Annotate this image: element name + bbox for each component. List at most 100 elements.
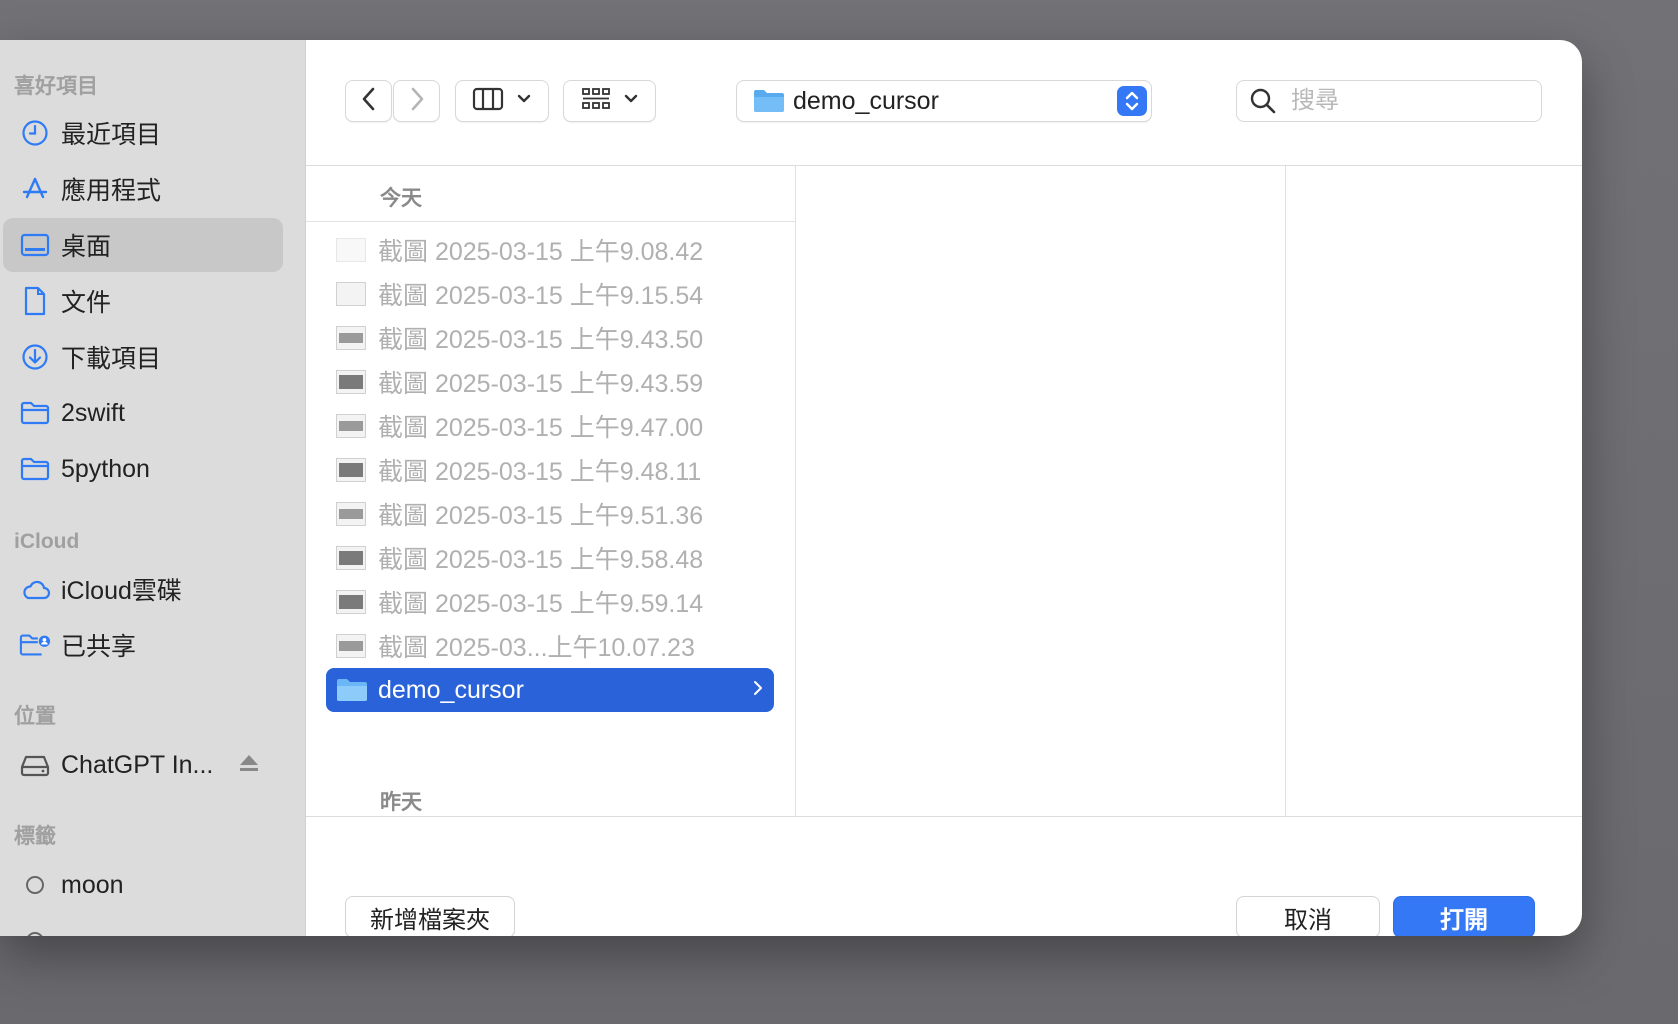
sidebar-item-5python[interactable]: 5python: [3, 442, 283, 496]
file-name: 截圖 2025-03...上午10.07.23: [378, 634, 695, 662]
sidebar-item-label: ChatGPT In...: [61, 750, 214, 779]
divider: [306, 221, 795, 222]
image-file-icon: [336, 458, 366, 482]
image-file-icon: [336, 634, 366, 658]
open-file-dialog: 喜好項目 最近項目 應用程式 桌面 文件 下載項目 2swift 5python…: [0, 40, 1582, 936]
sidebar-item-desktop[interactable]: 桌面: [3, 218, 283, 272]
file-name: demo_cursor: [378, 675, 524, 704]
file-name: 截圖 2025-03-15 上午9.58.48: [378, 546, 704, 574]
file-name: 截圖 2025-03-15 上午9.51.36: [378, 502, 704, 530]
forward-button[interactable]: [393, 80, 440, 122]
sidebar-item-label: 應用程式: [61, 177, 162, 205]
sidebar-item-tag-moon[interactable]: moon: [3, 858, 283, 912]
sidebar-item-label: 2swift: [61, 398, 125, 427]
list-item[interactable]: 截圖 2025-03-15 上午9.43.50: [326, 316, 774, 360]
sidebar-item-label: iCloud雲碟: [61, 577, 182, 605]
folder-icon: [336, 677, 368, 703]
column-demo-cursor[interactable]: [796, 166, 1286, 816]
sidebar-item-label: 已共享: [61, 633, 137, 661]
list-item[interactable]: 截圖 2025-03-15 上午9.15.54: [326, 272, 774, 316]
image-file-icon: [336, 502, 366, 526]
download-icon: [19, 341, 51, 373]
image-file-icon: [336, 590, 366, 614]
eject-icon[interactable]: [238, 753, 260, 778]
file-name: 截圖 2025-03-15 上午9.43.50: [378, 326, 704, 354]
image-file-icon: [336, 414, 366, 438]
sidebar-item-downloads[interactable]: 下載項目: [3, 330, 283, 384]
list-item[interactable]: 截圖 2025-03-15 上午9.51.36: [326, 492, 774, 536]
cloud-icon: [19, 573, 51, 605]
path-popup-button[interactable]: demo_cursor: [736, 80, 1152, 122]
file-name: 截圖 2025-03-15 上午9.08.42: [378, 238, 704, 266]
up-down-stepper-icon: [1117, 86, 1147, 116]
sidebar-item-shared[interactable]: 已共享: [3, 618, 283, 672]
list-item[interactable]: 截圖 2025-03-15 上午9.47.00: [326, 404, 774, 448]
column-preview: [1286, 166, 1582, 816]
group-header-today: 今天: [380, 187, 422, 210]
chevron-right-icon: [409, 86, 425, 117]
new-folder-button[interactable]: 新增檔案夾: [345, 896, 515, 936]
sidebar-item-recents[interactable]: 最近項目: [3, 106, 283, 160]
back-button[interactable]: [345, 80, 392, 122]
sidebar-section-tags: 標籤: [14, 825, 56, 848]
list-item-selected-folder[interactable]: demo_cursor: [326, 668, 774, 712]
column-desktop[interactable]: 今天 截圖 2025-03-15 上午9.08.42 截圖 2025-03-15…: [306, 166, 796, 816]
search-input[interactable]: [1289, 85, 1533, 117]
image-file-icon: [336, 238, 366, 262]
folder-icon: [19, 453, 51, 485]
search-field[interactable]: [1236, 80, 1542, 122]
sidebar-section-favorites: 喜好項目: [14, 75, 98, 98]
image-file-icon: [336, 546, 366, 570]
sidebar-item-2swift[interactable]: 2swift: [3, 386, 283, 440]
chevron-right-icon: [752, 677, 764, 704]
sidebar-item-applications[interactable]: 應用程式: [3, 162, 283, 216]
sidebar-item-label: 5python: [61, 454, 150, 483]
group-by-button[interactable]: [563, 80, 656, 122]
image-file-icon: [336, 370, 366, 394]
search-icon: [1249, 87, 1277, 120]
file-name: 截圖 2025-03-15 上午9.47.00: [378, 414, 704, 442]
columns-view-icon: [472, 87, 504, 116]
apps-icon: [19, 173, 51, 205]
sidebar: 喜好項目 最近項目 應用程式 桌面 文件 下載項目 2swift 5python…: [0, 40, 306, 936]
sidebar-item-label: 文件: [61, 289, 112, 317]
image-file-icon: [336, 282, 366, 306]
list-item[interactable]: 截圖 2025-03-15 上午9.08.42: [326, 228, 774, 272]
shared-folder-icon: [19, 629, 51, 661]
list-item[interactable]: 截圖 2025-03-15 上午9.58.48: [326, 536, 774, 580]
list-item[interactable]: 截圖 2025-03...上午10.07.23: [326, 624, 774, 668]
file-name: 截圖 2025-03-15 上午9.48.11: [378, 458, 702, 486]
file-name: 截圖 2025-03-15 上午9.43.59: [378, 370, 704, 398]
chevron-left-icon: [361, 86, 377, 117]
document-icon: [19, 285, 51, 317]
list-item[interactable]: 截圖 2025-03-15 上午9.59.14: [326, 580, 774, 624]
sidebar-section-icloud: iCloud: [14, 530, 80, 553]
file-name: 截圖 2025-03-15 上午9.15.54: [378, 282, 704, 310]
tag-circle-icon: [19, 869, 51, 901]
tag-circle-icon: [19, 925, 51, 936]
sidebar-item-chatgpt-drive[interactable]: ChatGPT In...: [3, 738, 283, 792]
sidebar-item-label: moon: [61, 870, 124, 899]
cancel-button[interactable]: 取消: [1236, 896, 1380, 936]
group-header-yesterday: 昨天: [380, 791, 422, 814]
sidebar-item-icloud-drive[interactable]: iCloud雲碟: [3, 562, 283, 616]
chevron-down-icon: [516, 92, 532, 110]
grid-group-icon: [581, 87, 611, 116]
sidebar-item-label: 桌面: [61, 233, 112, 261]
folder-icon: [753, 88, 785, 119]
file-name: 截圖 2025-03-15 上午9.59.14: [378, 590, 704, 618]
sidebar-item-documents[interactable]: 文件: [3, 274, 283, 328]
open-button[interactable]: 打開: [1393, 896, 1535, 936]
desktop-icon: [19, 229, 51, 261]
list-item[interactable]: 截圖 2025-03-15 上午9.48.11: [326, 448, 774, 492]
list-item[interactable]: 截圖 2025-03-15 上午9.43.59: [326, 360, 774, 404]
sidebar-item-label: 最近項目: [61, 121, 162, 149]
column-browser: 今天 截圖 2025-03-15 上午9.08.42 截圖 2025-03-15…: [306, 165, 1582, 817]
image-file-icon: [336, 326, 366, 350]
path-label: demo_cursor: [793, 87, 939, 115]
view-mode-columns-button[interactable]: [455, 80, 549, 122]
sidebar-item-label: 下載項目: [61, 345, 162, 373]
sidebar-item-tag-partial[interactable]: [3, 914, 283, 936]
clock-icon: [19, 117, 51, 149]
sidebar-section-locations: 位置: [14, 705, 56, 728]
